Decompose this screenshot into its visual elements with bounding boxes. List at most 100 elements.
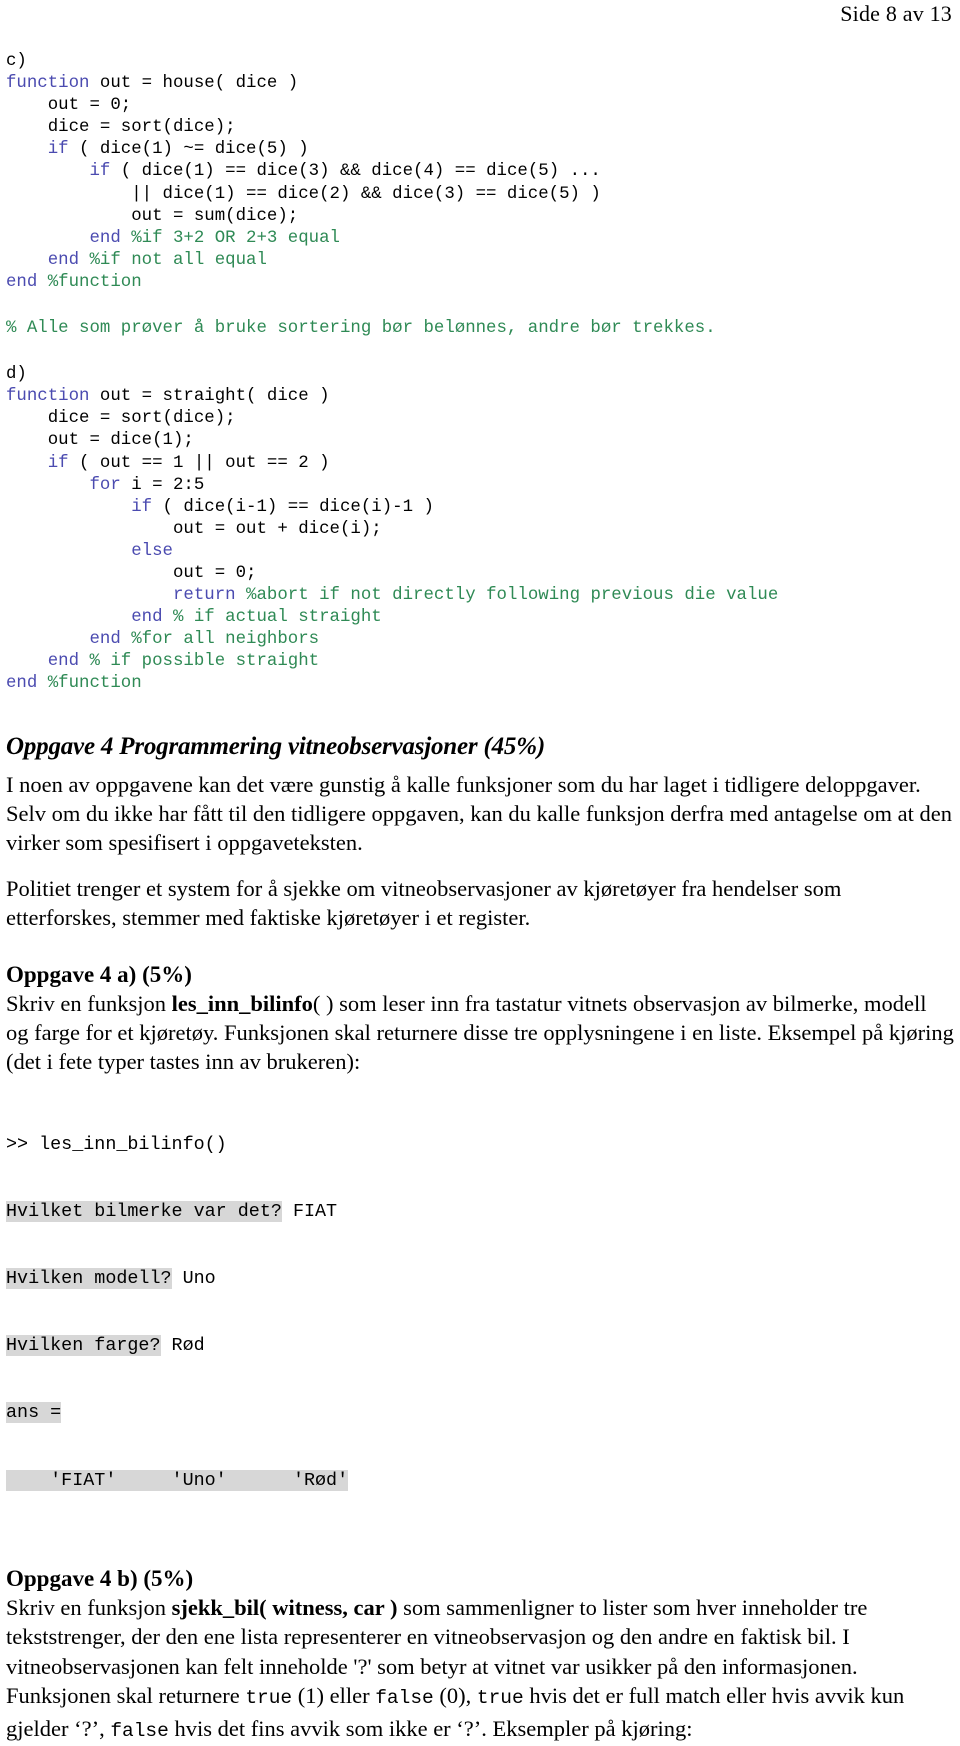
code-token: end <box>6 272 38 292</box>
code-token: function <box>6 74 90 94</box>
console-question-1: Hvilket bilmerke var det? <box>6 1200 282 1222</box>
task-4-intro-paragraph-2: Politiet trenger et system for å sjekke … <box>6 875 842 931</box>
console-answer-2: Uno <box>171 1268 216 1290</box>
console-row: Hvilken farge? Rød <box>6 1335 954 1357</box>
code-token: end <box>89 228 121 248</box>
console-ans-label: ans = <box>6 1402 62 1424</box>
code-token: d) <box>6 365 27 385</box>
code-token: if <box>131 497 153 517</box>
code-line: for i = 2:5 <box>6 475 954 497</box>
code-token: return <box>172 586 236 606</box>
task-4b-true-2: true <box>476 1687 524 1710</box>
code-token: out = sum(dice); <box>6 206 299 226</box>
code-line: out = out + dice(i); <box>6 519 954 541</box>
document-page: Side 8 av 13 c) function out = house( dic… <box>0 0 960 1742</box>
code-token: out = 0; <box>6 96 132 116</box>
code-line: end %function <box>6 272 954 294</box>
code-line: d) <box>6 364 954 386</box>
console-transcript: >> les_inn_bilinfo() Hvilket bilmerke va… <box>6 1089 954 1537</box>
code-token: ( out == 1 || out == 2 ) <box>68 453 330 473</box>
code-comment-note: % Alle som prøver å bruke sortering bør … <box>6 318 954 340</box>
code-token: end <box>89 630 121 650</box>
code-token: || dice(1) == dice(2) && dice(3) == dice… <box>6 184 601 204</box>
task-4a-body: Skriv en funksjon les_inn_bilinfo( ) som… <box>6 989 954 1077</box>
code-token: function <box>6 387 90 407</box>
code-token: end <box>47 652 80 672</box>
code-line: end %for all neighbors <box>6 629 954 651</box>
code-line: else <box>6 541 954 563</box>
code-line: if ( dice(i-1) == dice(i)-1 ) <box>6 497 954 519</box>
page-header: Side 8 av 13 <box>6 0 954 27</box>
task-4a-heading: Oppgave 4 a) (5%) <box>6 961 192 987</box>
code-token: %if not all equal <box>89 250 267 270</box>
code-token: % if possible straight <box>89 652 320 672</box>
spacer-after-note <box>6 340 954 364</box>
console-question-3: Hvilken farge? <box>6 1335 161 1357</box>
spacer-between-intro-paragraphs <box>6 858 954 874</box>
code-block-c: c) function out = house( dice ) out = 0; … <box>6 51 954 294</box>
task-4b-seg-3: (1) eller <box>292 1683 376 1709</box>
code-token: %abort if not directly following previou… <box>246 586 779 606</box>
console-row: Hvilket bilmerke var det? FIAT <box>6 1200 954 1223</box>
console-answer-1: FIAT <box>281 1200 338 1222</box>
code-token: if <box>47 140 69 160</box>
console-ans-label-line: ans = <box>6 1402 954 1424</box>
code-token: ( dice(i-1) == dice(i)-1 ) <box>152 497 434 517</box>
code-token: if <box>47 453 69 473</box>
code-line: || dice(1) == dice(2) && dice(3) == dice… <box>6 184 954 206</box>
console-ans-values-line: 'FIAT' 'Uno' 'Rød' <box>6 1469 954 1492</box>
task-4-intro-paragraph-1: I noen av oppgavene kan det være gunstig… <box>6 771 952 856</box>
code-token: ( dice(1) == dice(3) && dice(4) == dice(… <box>110 162 601 182</box>
task-4b-seg-6: hvis det fins avvik som ikke er ‘?’. Eks… <box>168 1715 693 1741</box>
code-token: i = 2:5 <box>120 475 205 495</box>
code-line: out = 0; <box>6 95 954 117</box>
code-line: out = 0; <box>6 563 954 585</box>
code-token: for <box>89 475 121 495</box>
console-question-2: Hvilken modell? <box>6 1268 172 1290</box>
code-token: c) <box>6 52 27 71</box>
code-token: end <box>6 674 38 694</box>
code-token: %function <box>47 272 142 292</box>
code-line: return %abort if not directly following … <box>6 585 954 607</box>
code-line: function out = straight( dice ) <box>6 386 954 408</box>
code-token: dice = sort(dice); <box>6 409 236 429</box>
code-token: end <box>131 608 163 628</box>
code-line: out = dice(1); <box>6 430 954 452</box>
code-token: out = 0; <box>6 563 257 583</box>
console-command: >> les_inn_bilinfo() <box>6 1133 227 1155</box>
task-4b-false-2: false <box>110 1719 169 1742</box>
code-line: if ( dice(1) == dice(3) && dice(4) == di… <box>6 161 954 183</box>
code-line: if ( out == 1 || out == 2 ) <box>6 453 954 475</box>
code-token: %function <box>47 674 142 694</box>
code-token: if <box>89 162 111 182</box>
code-token: else <box>131 541 173 561</box>
code-token: out = house( dice ) <box>89 74 299 94</box>
code-token: %if 3+2 OR 2+3 equal <box>131 228 340 248</box>
code-token: dice = sort(dice); <box>6 118 236 138</box>
code-line: end % if possible straight <box>6 651 954 673</box>
code-line: if ( dice(1) ~= dice(5) ) <box>6 139 954 161</box>
code-token: % Alle som prøver å bruke sortering bør … <box>6 319 716 339</box>
task-4b-false-1: false <box>375 1687 434 1710</box>
page-number-label: Side 8 av 13 <box>840 1 952 26</box>
spacer-after-code-c <box>6 294 954 318</box>
console-answer-3: Rød <box>160 1335 205 1357</box>
spacer-before-task4b <box>6 1537 954 1565</box>
code-line: out = sum(dice); <box>6 206 954 228</box>
spacer-before-task4a <box>6 933 954 961</box>
code-line: end % if actual straight <box>6 607 954 629</box>
console-row: Hvilken modell? Uno <box>6 1268 954 1290</box>
console-prompt-line: >> les_inn_bilinfo() <box>6 1134 954 1156</box>
task-4b-seg-4: (0), <box>433 1683 477 1709</box>
